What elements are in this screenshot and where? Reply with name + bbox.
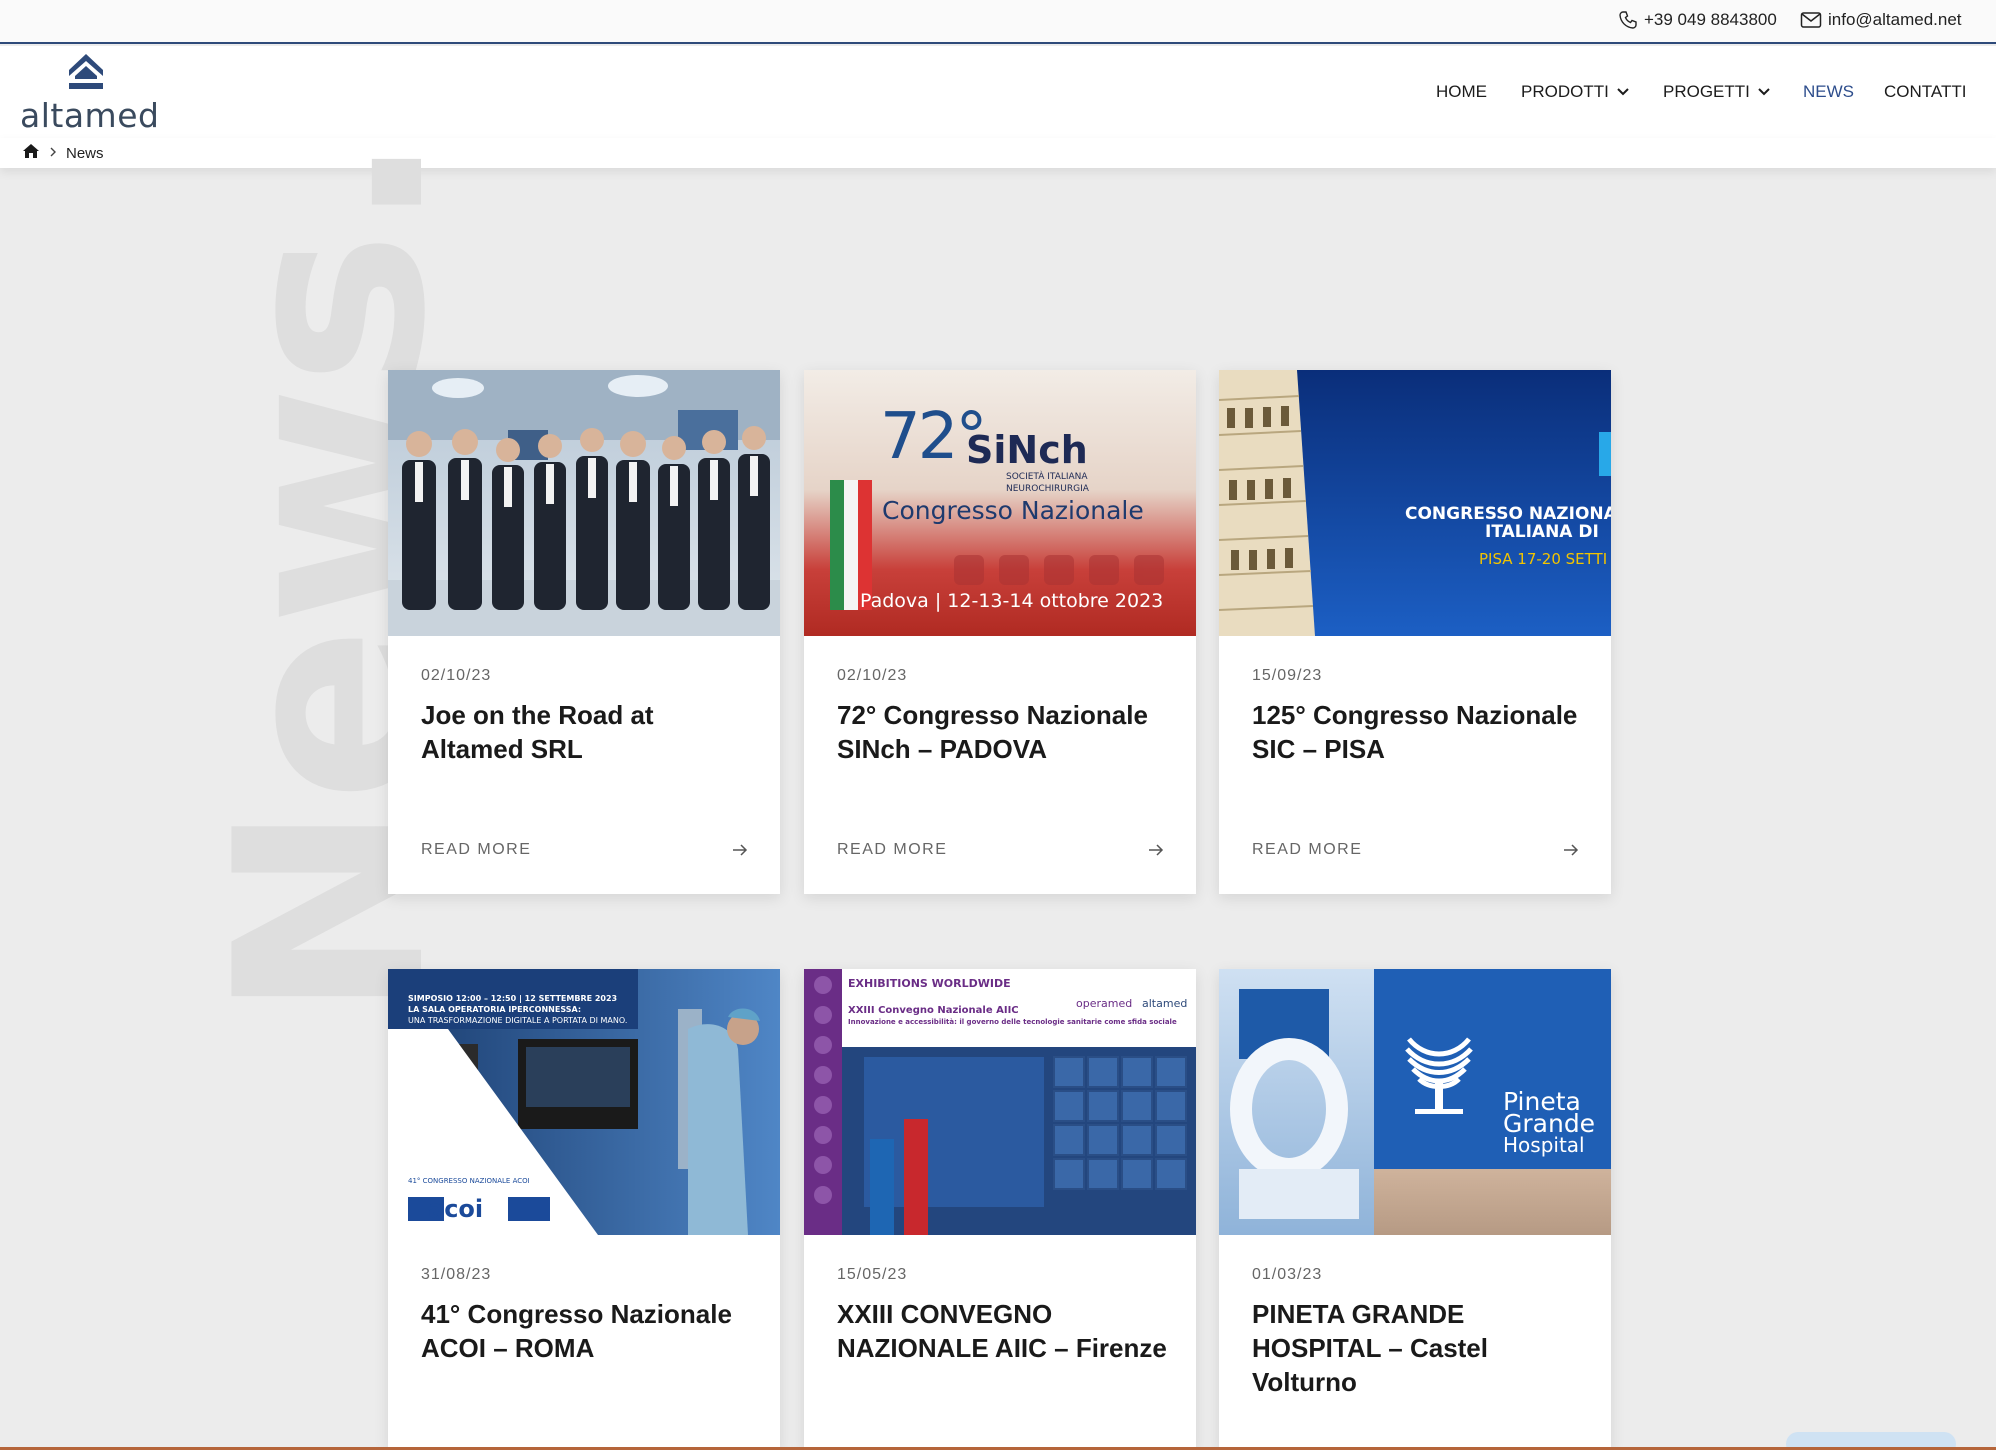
nav-news[interactable]: NEWS [1803,82,1854,102]
acoi-banner-line2: LA SALA OPERATORIA IPERCONNESSA: [408,1005,582,1014]
news-card-title[interactable]: 125° Congresso Nazionale SIC – PISA [1252,698,1592,766]
news-card-title[interactable]: Joe on the Road at Altamed SRL [421,698,761,766]
phone-number: +39 049 8843800 [1644,10,1777,29]
chevron-down-icon [1757,82,1771,102]
site-header: altamed HOME PRODOTTI PROGETTI NEWS CONT… [0,46,1996,138]
arrow-right-icon[interactable] [731,843,749,862]
news-card[interactable]: SIMPOSIO 12:00 – 12:50 | 12 SETTEMBRE 20… [388,969,780,1450]
chevron-down-icon [1616,82,1630,102]
email-link[interactable]: info@altamed.net [1800,10,1962,30]
sic-banner-line3: PISA 17-20 SETTI [1479,550,1608,568]
news-card-image[interactable]: SIMPOSIO 12:00 – 12:50 | 12 SETTEMBRE 20… [388,969,780,1235]
aiic-banner-line2: Innovazione e accessibilità: il governo … [848,1018,1177,1026]
nav-contatti[interactable]: CONTATTI [1884,82,1966,102]
nav-news-label: NEWS [1803,82,1854,101]
news-card[interactable]: 72° SiNch SOCIETÀ ITALIANA NEUROCHIRURGI… [804,370,1196,894]
nav-progetti-label: PROGETTI [1663,82,1750,101]
acoi-banner-line1: SIMPOSIO 12:00 – 12:50 | 12 SETTEMBRE 20… [408,994,618,1003]
news-card-image[interactable]: 72° SiNch SOCIETÀ ITALIANA NEUROCHIRURGI… [804,370,1196,636]
brand-logo[interactable]: altamed [20,52,159,135]
pineta-logo-line3: Hospital [1503,1133,1585,1157]
news-card-title[interactable]: XXIII CONVEGNO NAZIONALE AIIC – Firenze [837,1297,1177,1365]
acoi-congress-label: 41° CONGRESSO NAZIONALE ACOI [408,1177,530,1185]
news-card[interactable]: CONGRESSO NAZIONA ITALIANA DI PISA 17-20… [1219,370,1611,894]
aiic-brand-altamed: altamed [1142,997,1188,1010]
chevron-right-icon [48,145,58,162]
aiic-brand-operamed: operamed [1076,997,1133,1010]
news-card-title[interactable]: 72° Congresso Nazionale SINch – PADOVA [837,698,1177,766]
sinch-org-line1: SOCIETÀ ITALIANA [1006,472,1088,482]
news-card[interactable]: Pineta Grande Hospital 01/03/23 PINETA G… [1219,969,1611,1450]
news-card-date: 02/10/23 [837,667,908,684]
read-more-link[interactable]: READ MORE [421,841,531,859]
arrow-right-icon[interactable] [1147,843,1165,862]
read-more-link[interactable]: READ MORE [1252,841,1362,859]
email-address: info@altamed.net [1828,10,1962,29]
nav-home[interactable]: HOME [1436,82,1487,102]
news-card-image[interactable]: CONGRESSO NAZIONA ITALIANA DI PISA 17-20… [1219,370,1611,636]
nav-prodotti[interactable]: PRODOTTI [1521,82,1630,102]
news-card-date: 01/03/23 [1252,1266,1323,1283]
aiic-banner-header: EXHIBITIONS WORLDWIDE [848,977,1011,990]
sinch-org-line2: NEUROCHIRURGIA [1006,484,1089,494]
brand-wordmark: altamed [20,96,160,135]
sinch-place-date: Padova | 12-13-14 ottobre 2023 [860,590,1164,612]
news-card-title[interactable]: PINETA GRANDE HOSPITAL – Castel Volturno [1252,1297,1592,1399]
envelope-icon [1800,11,1822,29]
breadcrumb-current: News [66,144,104,162]
nav-contatti-label: CONTATTI [1884,82,1967,101]
news-card[interactable]: EXHIBITIONS WORLDWIDE operamed altamed X… [804,969,1196,1450]
news-card-date: 15/05/23 [837,1266,908,1283]
news-card-title[interactable]: 41° Congresso Nazionale ACOI – ROMA [421,1297,761,1365]
read-more-link[interactable]: READ MORE [837,841,947,859]
news-card[interactable]: 02/10/23 Joe on the Road at Altamed SRL … [388,370,780,894]
news-card-date: 15/09/23 [1252,667,1323,684]
news-card-image[interactable]: Pineta Grande Hospital [1219,969,1611,1235]
acoi-logo-text: acoi [428,1195,484,1223]
news-card-date: 02/10/23 [421,667,492,684]
nav-progetti[interactable]: PROGETTI [1663,82,1771,102]
sic-banner-line1: CONGRESSO NAZIONA [1405,504,1611,524]
top-contact-bar: +39 049 8843800 info@altamed.net [0,0,1996,44]
news-card-image[interactable]: EXHIBITIONS WORLDWIDE operamed altamed X… [804,969,1196,1235]
arrow-right-icon[interactable] [1562,843,1580,862]
sinch-logo-text: SiNch [966,428,1088,472]
sinch-subtitle: Congresso Nazionale [882,496,1144,525]
sic-banner-line2: ITALIANA DI [1485,522,1599,542]
news-card-date: 31/08/23 [421,1266,492,1283]
phone-link[interactable]: +39 049 8843800 [1618,10,1777,30]
phone-icon [1618,10,1638,30]
aiic-banner-line1: XXIII Convegno Nazionale AIIC [848,1005,1019,1016]
acoi-banner-line3: UNA TRASFORMAZIONE DIGITALE A PORTATA DI… [408,1016,628,1025]
home-icon[interactable] [22,143,40,163]
nav-prodotti-label: PRODOTTI [1521,82,1609,101]
altamed-logo-mark-icon [67,52,105,95]
news-card-image[interactable] [388,370,780,636]
nav-home-label: HOME [1436,82,1487,101]
